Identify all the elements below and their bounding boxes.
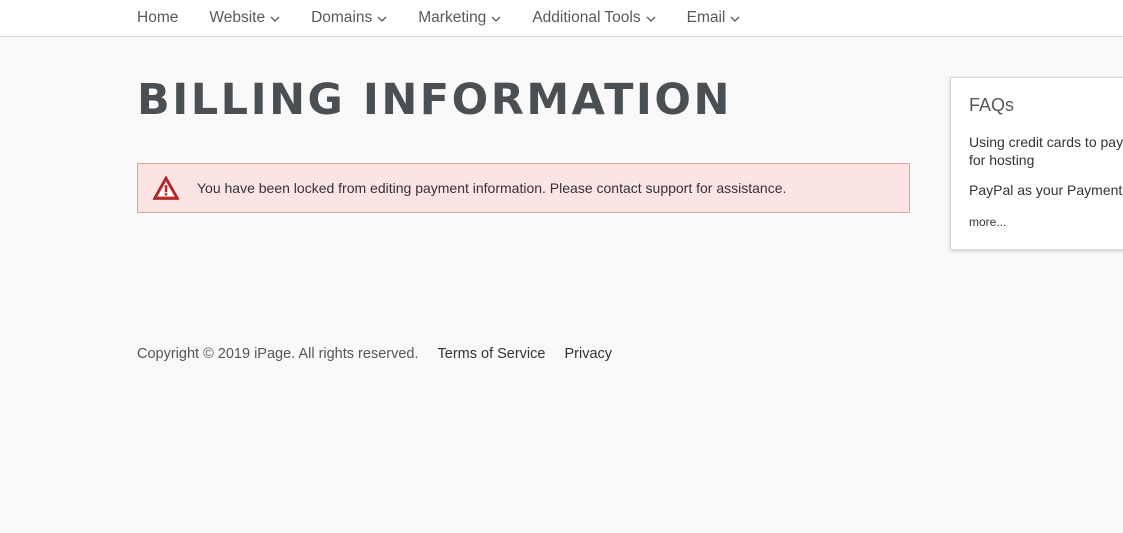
chevron-down-icon [491, 16, 501, 22]
copyright-text: Copyright © 2019 iPage. All rights reser… [137, 346, 419, 362]
nav-item-label: Additional Tools [532, 9, 641, 26]
page-title: BILLING INFORMATION [137, 75, 732, 125]
nav-item-additional-tools[interactable]: Additional Tools [532, 9, 656, 27]
nav-item-label: Domains [311, 9, 373, 26]
chevron-down-icon [646, 16, 656, 22]
faq-more-link[interactable]: more... [969, 215, 1006, 229]
faq-link-credit-cards[interactable]: Using credit cards to pay for hosting [969, 133, 1123, 169]
nav-item-website[interactable]: Website [209, 9, 280, 27]
nav-item-label: Website [209, 9, 266, 26]
faq-title: FAQs [969, 95, 1015, 115]
terms-of-service-link[interactable]: Terms of Service [438, 346, 546, 362]
chevron-down-icon [270, 16, 280, 22]
error-alert: You have been locked from editing paymen… [137, 163, 910, 213]
nav-item-label: Email [686, 9, 726, 26]
top-navigation-bar: Home Website Domains Marketing Additiona… [0, 0, 1123, 37]
alert-message: You have been locked from editing paymen… [197, 180, 787, 196]
nav-item-domains[interactable]: Domains [311, 9, 387, 27]
nav-item-label: Home [137, 9, 179, 26]
page-footer: Copyright © 2019 iPage. All rights reser… [137, 346, 612, 362]
nav-menu: Home Website Domains Marketing Additiona… [137, 0, 771, 36]
nav-item-marketing[interactable]: Marketing [418, 9, 501, 27]
chevron-down-icon [730, 16, 740, 22]
nav-item-email[interactable]: Email [687, 9, 741, 27]
nav-item-home[interactable]: Home [137, 9, 178, 27]
nav-item-label: Marketing [418, 9, 487, 26]
chevron-down-icon [377, 16, 387, 22]
warning-triangle-icon [152, 176, 180, 200]
faq-link-paypal[interactable]: PayPal as your Payment Method [969, 181, 1123, 199]
privacy-link[interactable]: Privacy [564, 346, 612, 362]
faq-panel: FAQs Using credit cards to pay for hosti… [950, 77, 1123, 250]
